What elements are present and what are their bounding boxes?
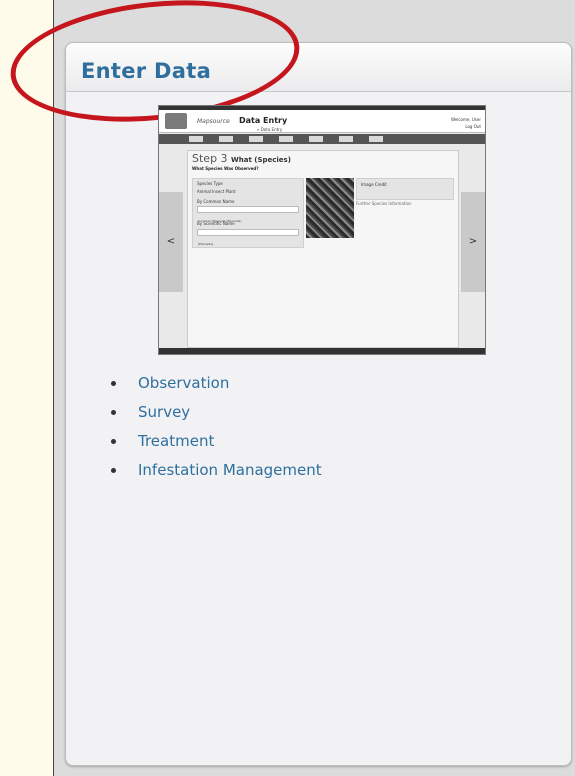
preview-prev-arrow: < xyxy=(166,236,176,247)
preview-species-form: Species Type Animal Insect Plant By Comm… xyxy=(192,178,304,248)
preview-user: Welcome, User Log Out xyxy=(451,116,481,130)
preview-nav-step xyxy=(309,136,323,142)
preview-logo-icon xyxy=(165,113,187,129)
observation-link[interactable]: Observation xyxy=(138,374,229,392)
preview-common-name-select: Common Ebenella (Ebenella) xyxy=(197,206,299,223)
preview-breadcrumb: » Data Entry xyxy=(257,127,283,132)
preview-nav-step xyxy=(189,136,203,142)
preview-next-button: > xyxy=(461,192,485,292)
infestation-management-link[interactable]: Infestation Management xyxy=(138,461,322,479)
preview-page-title: Data Entry xyxy=(239,116,288,125)
preview-scientific-name-value: (Ebenella) xyxy=(198,242,214,246)
preview-user-welcome: Welcome, User xyxy=(451,117,481,122)
preview-nav-step xyxy=(369,136,383,142)
preview-step-heading: Step 3 What (Species) xyxy=(192,152,291,165)
preview-brand: Mapsource xyxy=(197,118,230,125)
preview-question: What Species Was Observed? xyxy=(192,166,259,171)
preview-footer xyxy=(159,348,485,354)
bullet-icon xyxy=(111,468,116,473)
preview-more-info: Further Species Information xyxy=(356,201,412,206)
preview-header: Mapsource Data Entry » Data Entry Welcom… xyxy=(159,110,485,133)
preview-species-type-options: Animal Insect Plant xyxy=(197,189,236,194)
preview-option: Insect xyxy=(212,189,225,194)
survey-link[interactable]: Survey xyxy=(138,403,190,421)
preview-species-type-label: Species Type xyxy=(197,181,223,186)
bullet-icon xyxy=(111,439,116,444)
data-entry-preview-image[interactable]: Mapsource Data Entry » Data Entry Welcom… xyxy=(158,105,486,355)
preview-prev-button: < xyxy=(159,192,183,292)
preview-step-number: Step 3 xyxy=(192,152,228,165)
preview-scientific-name-label: By Scientific Name xyxy=(197,221,235,226)
preview-option: Animal xyxy=(197,189,211,194)
preview-image-credit: Image Credit xyxy=(361,182,387,187)
preview-image-credit-card: Image Credit xyxy=(356,178,454,200)
preview-logout: Log Out xyxy=(465,124,481,129)
bullet-icon xyxy=(111,381,116,386)
preview-option: Plant xyxy=(225,189,236,194)
preview-nav-step xyxy=(219,136,233,142)
preview-step-panel: Step 3 What (Species) What Species Was O… xyxy=(187,150,459,348)
bullet-icon xyxy=(111,410,116,415)
preview-nav-step xyxy=(249,136,263,142)
preview-nav-step xyxy=(279,136,293,142)
preview-step-title: What (Species) xyxy=(231,156,291,164)
preview-scientific-name-select: (Ebenella) xyxy=(197,229,299,246)
treatment-link[interactable]: Treatment xyxy=(138,432,214,450)
preview-common-name-label: By Common Name xyxy=(197,199,235,204)
preview-nav-step xyxy=(339,136,353,142)
preview-next-arrow: > xyxy=(468,236,478,247)
preview-species-photo xyxy=(306,178,354,238)
preview-nav-bar xyxy=(159,134,485,144)
